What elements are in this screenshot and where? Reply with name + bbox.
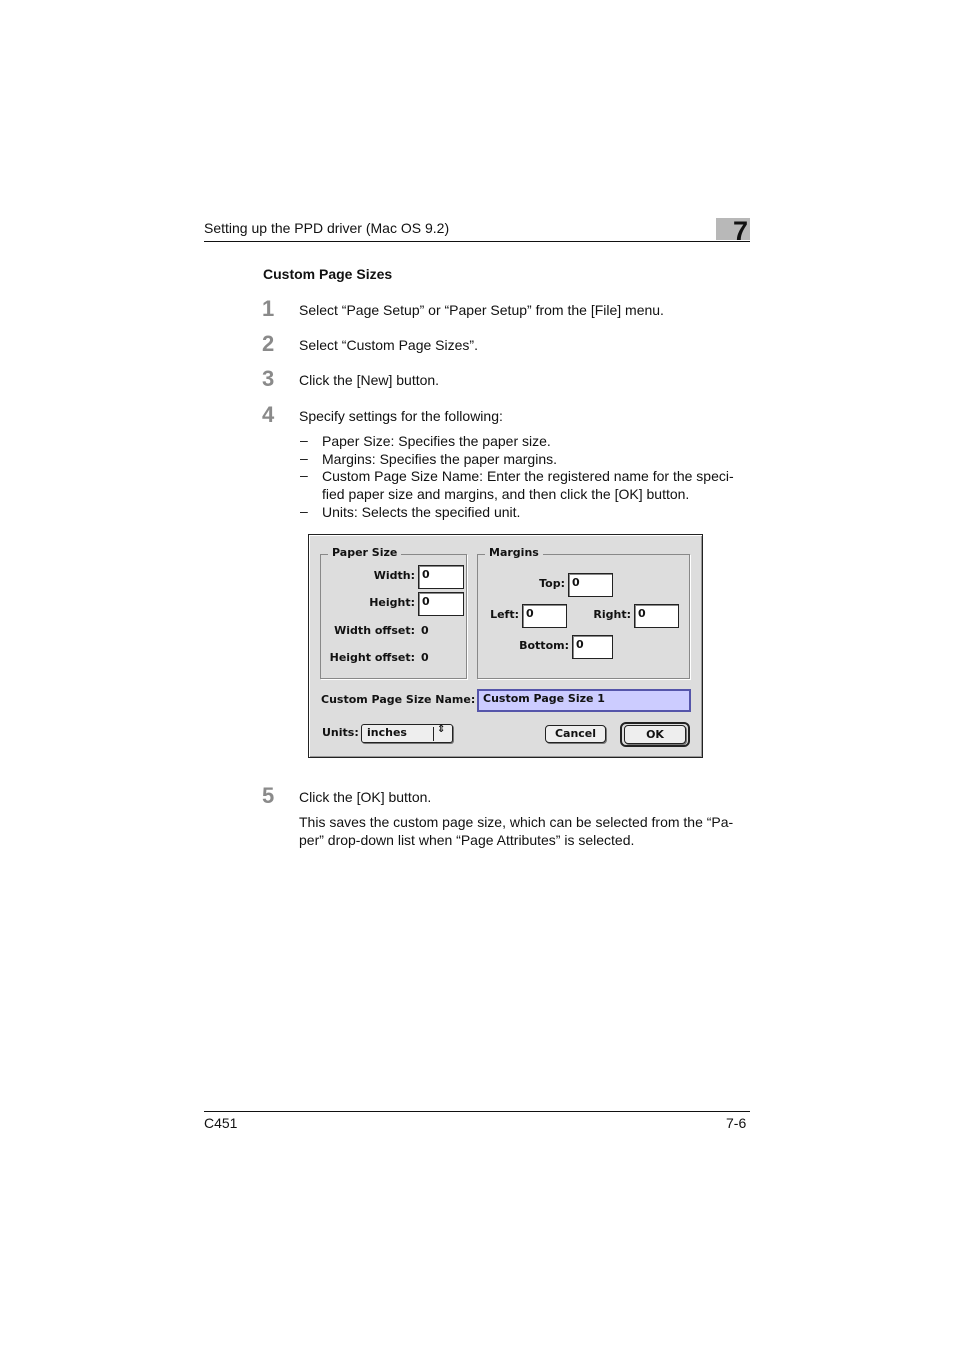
step-text: Specify settings for the following: xyxy=(299,408,503,424)
section-title: Custom Page Sizes xyxy=(263,266,393,282)
step-text: Click the [OK] button. xyxy=(299,789,432,805)
bullet-text: Paper Size: Specifies the paper size. xyxy=(322,433,551,449)
right-label: Right: xyxy=(593,608,631,621)
units-select-divider xyxy=(433,727,434,741)
width-input[interactable]: 0 xyxy=(418,565,464,589)
height-offset-label: Height offset: xyxy=(329,651,415,664)
ok-button[interactable]: OK xyxy=(624,725,686,744)
footer-rule xyxy=(204,1111,750,1112)
step-text: Click the [New] button. xyxy=(299,372,440,388)
paper-size-group-label: Paper Size xyxy=(328,546,402,559)
step-number: 5 xyxy=(262,783,275,808)
custom-page-size-dialog: Paper Size Width: 0 Height: 0 Width offs… xyxy=(308,534,703,758)
step-number: 2 xyxy=(262,331,275,356)
margins-group-label: Margins xyxy=(485,546,543,559)
running-header-title: Setting up the PPD driver (Mac OS 9.2) xyxy=(204,220,450,236)
step-number: 3 xyxy=(262,366,275,391)
step-text: Select “Page Setup” or “Paper Setup” fro… xyxy=(299,302,664,318)
bullet-dash: – xyxy=(300,450,308,466)
units-label: Units: xyxy=(322,726,359,739)
top-margin-input[interactable]: 0 xyxy=(568,573,613,597)
step-number: 4 xyxy=(262,402,275,427)
up-down-arrows-icon: ⇕ xyxy=(437,724,446,735)
step-note: This saves the custom page size, which c… xyxy=(299,814,734,848)
bullet-text: Custom Page Size Name: Enter the registe… xyxy=(322,468,734,502)
header-rule xyxy=(204,241,750,242)
cancel-button[interactable]: Cancel xyxy=(545,725,606,743)
custom-page-size-name-label: Custom Page Size Name: xyxy=(321,693,476,706)
bullet-dash: – xyxy=(300,432,308,448)
custom-page-size-name-input[interactable]: Custom Page Size 1 xyxy=(477,689,691,712)
step-number: 1 xyxy=(262,296,275,321)
top-label: Top: xyxy=(539,577,565,590)
bullet-dash: – xyxy=(300,467,308,483)
bullet-dash: – xyxy=(300,503,308,519)
left-margin-input[interactable]: 0 xyxy=(522,604,567,628)
width-offset-label: Width offset: xyxy=(334,624,415,637)
left-label: Left: xyxy=(490,608,519,621)
bullet-text: Margins: Specifies the paper margins. xyxy=(322,451,557,467)
bottom-label: Bottom: xyxy=(519,639,569,652)
bottom-margin-input[interactable]: 0 xyxy=(572,635,613,659)
width-label: Width: xyxy=(373,569,415,582)
units-select[interactable]: inches ⇕ xyxy=(361,724,453,743)
width-offset-value: 0 xyxy=(421,624,429,637)
step-text: Select “Custom Page Sizes”. xyxy=(299,337,478,353)
height-label: Height: xyxy=(369,596,415,609)
units-selected-value: inches xyxy=(367,726,407,739)
height-input[interactable]: 0 xyxy=(418,592,464,616)
footer-model: C451 xyxy=(204,1115,238,1131)
right-margin-input[interactable]: 0 xyxy=(634,604,679,628)
bullet-text: Units: Selects the specified unit. xyxy=(322,504,521,520)
height-offset-value: 0 xyxy=(421,651,429,664)
footer-page-number: 7-6 xyxy=(726,1115,747,1131)
